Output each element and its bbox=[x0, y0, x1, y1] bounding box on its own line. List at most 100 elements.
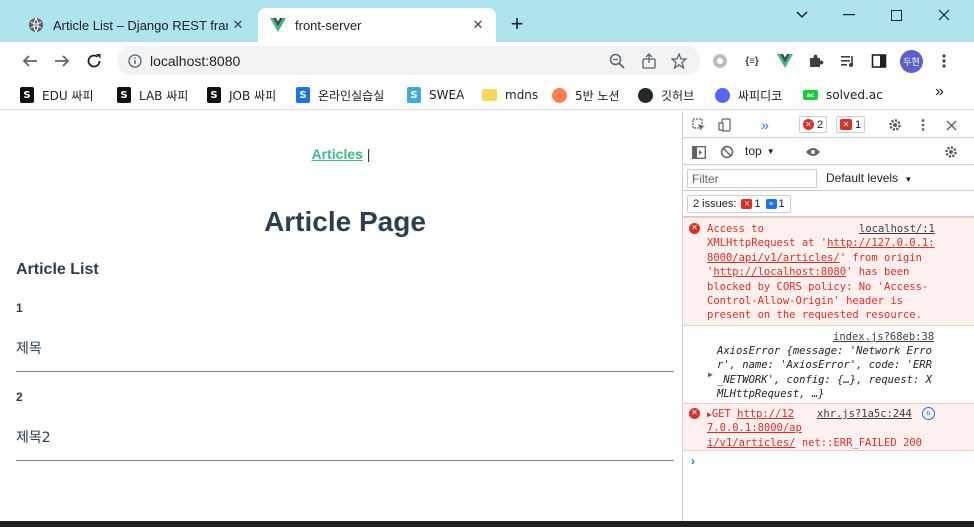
device-toolbar-icon[interactable] bbox=[715, 115, 735, 135]
bookmark-label: SWEA bbox=[429, 88, 465, 102]
address-bar[interactable]: localhost:8080 bbox=[117, 46, 700, 75]
minimize-icon[interactable] bbox=[826, 4, 872, 26]
request-url-link[interactable]: 7.0.0.1:8000/ap bbox=[707, 422, 802, 434]
bookmark-lab[interactable]: S LAB 싸피 bbox=[117, 85, 188, 105]
bookmark-label: 5반 노션 bbox=[575, 88, 620, 103]
http-method: GET bbox=[711, 408, 731, 420]
source-link[interactable]: localhost/:1 bbox=[859, 222, 935, 236]
message-line: i/v1/articles/ net::ERR_FAILED 200 bbox=[707, 436, 922, 450]
message-text: XMLHttpRequest at ' bbox=[707, 237, 828, 250]
more-vertical-icon[interactable] bbox=[934, 51, 954, 71]
filter-input[interactable]: Filter bbox=[687, 169, 817, 188]
bookmark-job[interactable]: S JOB 싸피 bbox=[207, 85, 276, 105]
origin-url-link[interactable]: http://localhost:8080 bbox=[713, 266, 846, 278]
bookmark-swea[interactable]: S SWEA bbox=[407, 85, 464, 105]
network-request-icon[interactable]: ⇅ bbox=[922, 407, 935, 420]
article-item: 1 제목 bbox=[16, 301, 674, 372]
bookmark-label: 깃허브 bbox=[661, 88, 695, 103]
eye-icon[interactable] bbox=[803, 142, 823, 162]
bookmark-online-lab[interactable]: S 온라인실습실 bbox=[296, 85, 384, 105]
message-line: Access to bbox=[707, 223, 764, 235]
url-text: localhost:8080 bbox=[150, 53, 241, 69]
extension-gray-icon[interactable] bbox=[710, 51, 730, 71]
ssafy-icon: S bbox=[20, 87, 34, 103]
share-icon[interactable] bbox=[639, 51, 659, 71]
chevron-down-icon[interactable] bbox=[779, 4, 825, 26]
filter-bar: Filter Default levels ▼ bbox=[683, 166, 974, 191]
request-url-link[interactable]: http://12 bbox=[737, 408, 794, 420]
close-icon[interactable]: ✕ bbox=[228, 15, 248, 35]
request-url-link[interactable]: i/v1/articles/ bbox=[707, 437, 796, 449]
devtools-tabbar: » ✕ 2 ✕ 1 bbox=[683, 111, 974, 138]
inspect-element-icon[interactable] bbox=[689, 115, 709, 135]
request-url-link[interactable]: 8000/api/v1/articles/ bbox=[707, 252, 840, 264]
clear-console-icon[interactable] bbox=[717, 142, 737, 162]
more-vertical-icon[interactable] bbox=[913, 115, 933, 135]
maximize-icon[interactable] bbox=[873, 4, 919, 26]
media-queue-icon[interactable] bbox=[838, 51, 858, 71]
message-line: 7.0.0.1:8000/ap bbox=[707, 421, 802, 435]
bookmark-discord[interactable]: 싸피디코 bbox=[715, 85, 782, 105]
issue-count: 1 bbox=[855, 118, 862, 131]
bookmark-github[interactable]: 깃허브 bbox=[638, 85, 694, 105]
page-content: Articles | Article Page Article List 1 제… bbox=[0, 111, 682, 521]
log-levels-dropdown[interactable]: Default levels ▼ bbox=[826, 171, 912, 185]
expand-arrow-icon[interactable]: ▶ bbox=[708, 368, 713, 382]
bookmark-label: LAB 싸피 bbox=[139, 88, 189, 103]
source-link[interactable]: index.js?68eb:38 bbox=[833, 330, 934, 344]
window-close-icon[interactable] bbox=[921, 4, 967, 26]
more-panels-icon[interactable]: » bbox=[755, 115, 775, 135]
zoom-icon[interactable] bbox=[607, 51, 627, 71]
side-panel-icon[interactable] bbox=[869, 51, 889, 71]
article-title: 제목2 bbox=[16, 430, 51, 446]
puzzle-icon[interactable] bbox=[806, 51, 826, 71]
devtools-panel: » ✕ 2 ✕ 1 top ▼ Filter Default levels ▼ … bbox=[682, 111, 974, 521]
close-icon[interactable] bbox=[941, 115, 961, 135]
issue-icon: ✕ bbox=[840, 119, 852, 130]
bookmark-notion[interactable]: 5반 노션 bbox=[552, 85, 620, 105]
reload-icon[interactable] bbox=[82, 49, 106, 73]
source-link[interactable]: xhr.js?1a5c:244 bbox=[817, 407, 912, 421]
ssafy-online-icon: S bbox=[296, 87, 310, 103]
bookmark-mdns[interactable]: mdns bbox=[482, 85, 538, 105]
console-settings-icon[interactable] bbox=[941, 142, 961, 162]
bookmark-label: EDU 싸피 bbox=[42, 88, 94, 103]
message-line: ▶GET http://12 bbox=[707, 407, 794, 422]
error-icon: ✕ bbox=[741, 199, 753, 209]
back-arrow-icon[interactable] bbox=[18, 49, 42, 73]
github-icon bbox=[638, 87, 653, 103]
vue-devtools-icon[interactable] bbox=[775, 51, 795, 71]
new-tab-button[interactable]: + bbox=[505, 13, 529, 37]
json-viewer-icon[interactable]: {≡} bbox=[742, 51, 762, 71]
console-prompt[interactable]: › bbox=[691, 454, 695, 468]
message-line: XMLHttpRequest at 'http://127.0.0.1: bbox=[707, 236, 935, 250]
issue-counter[interactable]: ✕ 1 bbox=[836, 116, 866, 133]
sidebar-toggle-icon[interactable] bbox=[689, 142, 709, 162]
message-text: net::ERR_FAILED 200 bbox=[795, 436, 922, 449]
profile-avatar[interactable]: 두현 bbox=[900, 50, 923, 73]
forward-arrow-icon[interactable] bbox=[50, 49, 74, 73]
issues-button[interactable]: 2 issues: ✕ 1 ≡ 1 bbox=[687, 195, 791, 213]
context-selector[interactable]: top ▼ bbox=[745, 141, 795, 161]
message-line: Control-Allow-Origin' header is bbox=[707, 295, 903, 307]
error-count: 2 bbox=[817, 118, 824, 131]
browser-toolbar: localhost:8080 {≡} bbox=[0, 42, 974, 79]
bookmark-edu[interactable]: S EDU 싸피 bbox=[20, 85, 94, 105]
bookmark-label: JOB 싸피 bbox=[229, 88, 277, 103]
dropdown-arrow-icon: ▼ bbox=[766, 146, 775, 156]
page-title: Article Page bbox=[264, 206, 426, 237]
error-counter[interactable]: ✕ 2 bbox=[799, 116, 828, 133]
close-icon[interactable]: ✕ bbox=[468, 15, 488, 35]
bookmarks-more-button[interactable]: » bbox=[935, 83, 944, 101]
bookmark-solvedac[interactable]: ac solved.ac bbox=[803, 85, 883, 105]
peach-icon bbox=[552, 87, 567, 103]
tab-article-list[interactable]: Article List – Django REST frame ✕ bbox=[16, 8, 256, 42]
article-title: 제목 bbox=[16, 341, 42, 357]
articles-link[interactable]: Articles bbox=[312, 146, 363, 162]
info-icon[interactable] bbox=[125, 51, 145, 71]
request-url-link[interactable]: http://127.0.0.1: bbox=[827, 237, 934, 249]
bookmark-star-icon[interactable] bbox=[669, 51, 689, 71]
settings-icon[interactable] bbox=[885, 115, 905, 135]
tab-front-server[interactable]: front-server ✕ bbox=[258, 8, 496, 42]
levels-label: Default levels bbox=[826, 171, 899, 185]
